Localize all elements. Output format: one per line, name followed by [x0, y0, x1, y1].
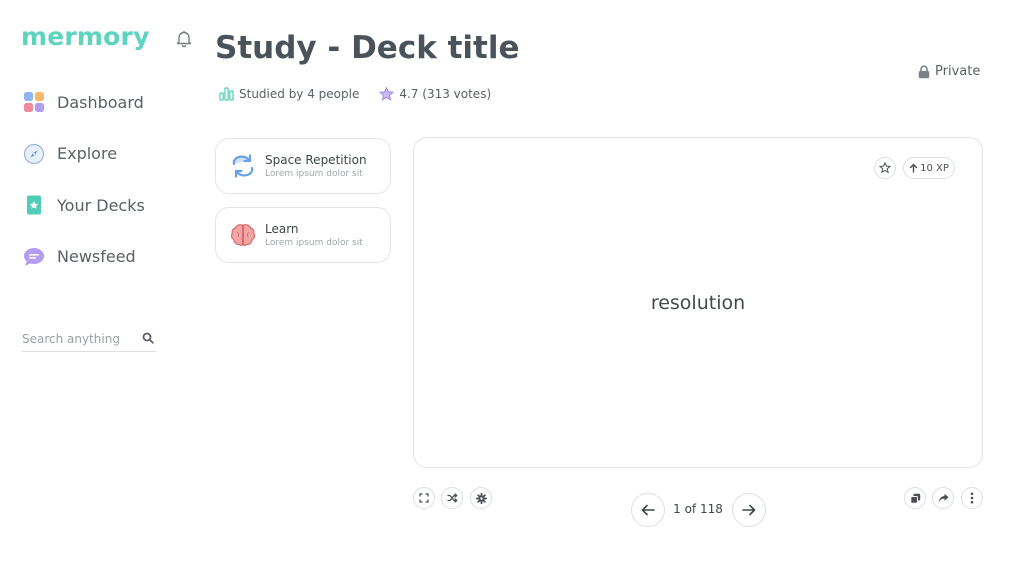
sidebar-nav: Dashboard Explore Your Decks Newsfeed	[22, 88, 145, 294]
arrow-up-icon	[909, 163, 918, 173]
privacy-toggle[interactable]: Private	[918, 64, 980, 79]
studied-count: Studied by 4 people	[219, 87, 359, 101]
share-button[interactable]	[932, 487, 954, 509]
share-icon	[938, 493, 948, 502]
next-card-button[interactable]	[732, 493, 766, 527]
page-title: Study - Deck title	[215, 30, 520, 66]
brain-icon	[229, 221, 257, 249]
fullscreen-button[interactable]	[413, 487, 435, 509]
mode-title: Space Repetition	[265, 152, 367, 167]
shuffle-icon	[446, 493, 457, 503]
more-vertical-icon	[970, 492, 974, 504]
dashboard-icon	[22, 90, 46, 114]
arrow-left-icon	[641, 504, 655, 516]
search-icon[interactable]	[142, 329, 156, 344]
xp-text: 10 XP	[920, 162, 949, 174]
bell-icon[interactable]	[174, 28, 194, 50]
more-options-button[interactable]	[961, 487, 983, 509]
rating-text: 4.7 (313 votes)	[399, 87, 492, 101]
mode-title: Learn	[265, 221, 299, 236]
app-logo[interactable]: mermory	[21, 22, 150, 51]
sidebar-item-dashboard[interactable]: Dashboard	[22, 88, 145, 116]
privacy-label: Private	[935, 64, 981, 79]
gear-icon	[475, 492, 487, 504]
search-bar	[22, 326, 156, 352]
sidebar-item-your-decks[interactable]: Your Decks	[22, 191, 145, 219]
card-term: resolution	[650, 292, 746, 314]
sidebar-item-label: Newsfeed	[57, 247, 136, 266]
shuffle-button[interactable]	[441, 487, 463, 509]
xp-badge: 10 XP	[903, 157, 955, 179]
arrow-right-icon	[742, 504, 756, 516]
compass-icon	[22, 142, 46, 166]
deck-meta: Studied by 4 people 4.7 (313 votes)	[219, 87, 511, 101]
search-input[interactable]	[22, 328, 137, 349]
favorite-button[interactable]	[874, 157, 896, 179]
fullscreen-icon	[419, 493, 429, 503]
chat-icon	[22, 245, 46, 269]
mode-subtitle: Lorem ipsum dolor sit	[265, 168, 363, 179]
star-icon	[379, 87, 395, 101]
mode-text: Space Repetition Lorem ipsum dolor sit	[265, 153, 367, 180]
studied-text: Studied by 4 people	[239, 87, 360, 101]
bar-chart-icon	[219, 87, 234, 101]
mode-space-repetition[interactable]: Space Repetition Lorem ipsum dolor sit	[215, 138, 391, 194]
settings-button[interactable]	[470, 487, 492, 509]
sidebar-item-explore[interactable]: Explore	[22, 140, 145, 168]
mode-learn[interactable]: Learn Lorem ipsum dolor sit	[215, 207, 391, 263]
mode-text: Learn Lorem ipsum dolor sit	[265, 222, 363, 249]
prev-card-button[interactable]	[631, 493, 665, 527]
repeat-icon	[229, 152, 257, 180]
sidebar-item-label: Your Decks	[57, 195, 145, 215]
sidebar-item-label: Dashboard	[57, 92, 144, 112]
mode-subtitle: Lorem ipsum dolor sit	[265, 237, 363, 248]
sidebar-item-newsfeed[interactable]: Newsfeed	[22, 243, 145, 271]
rating: 4.7 (313 votes)	[379, 87, 491, 101]
card-counter: 1 of 118	[673, 502, 723, 516]
app-root: mermory Dashboard Explore Your Decks New…	[0, 0, 1024, 565]
lock-icon	[918, 64, 930, 78]
copy-icon	[909, 493, 920, 504]
flashcard[interactable]: 10 XP resolution	[413, 137, 983, 468]
copy-button[interactable]	[904, 487, 926, 509]
deck-icon	[22, 193, 46, 217]
star-outline-icon	[879, 162, 891, 174]
sidebar-item-label: Explore	[57, 144, 118, 163]
